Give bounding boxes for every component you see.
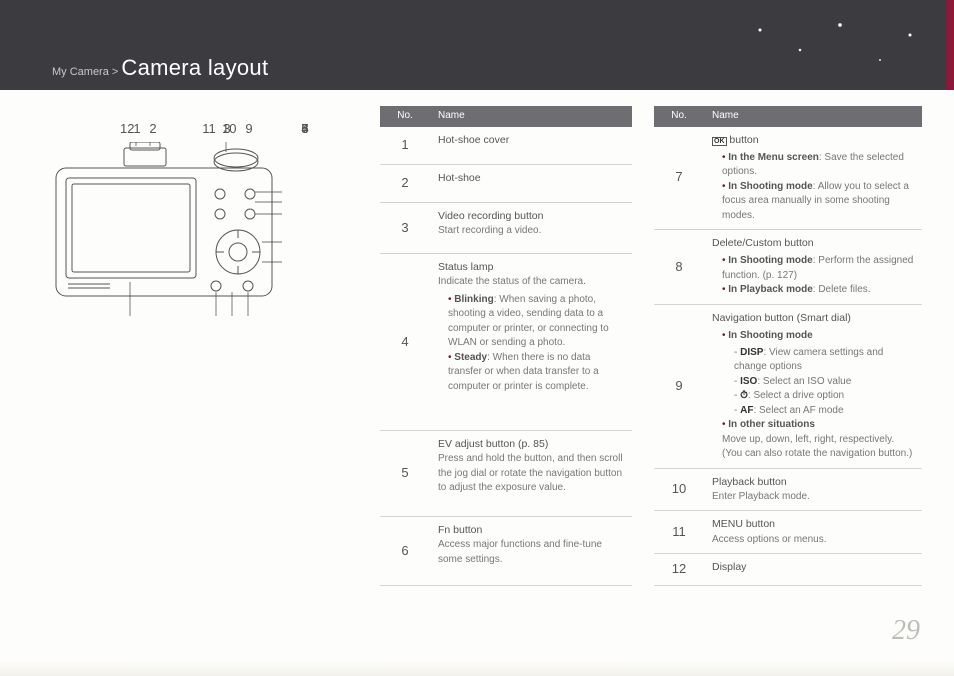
row-no: 6 — [380, 517, 430, 586]
th-no: No. — [654, 106, 704, 127]
table-row: 10Playback buttonEnter Playback mode. — [654, 468, 922, 511]
row-no: 7 — [654, 127, 704, 230]
row-no: 9 — [654, 304, 704, 468]
table-row: 7OK buttonIn the Menu screen: Save the s… — [654, 127, 922, 230]
table-row: 5EV adjust button (p. 85)Press and hold … — [380, 431, 632, 517]
table-row: 3Video recording buttonStart recording a… — [380, 202, 632, 253]
row-name: Hot-shoe — [430, 164, 632, 202]
parts-table-1: No. Name 1Hot-shoe cover2Hot-shoe3Video … — [380, 106, 632, 586]
mode-icon: ⏱ — [740, 390, 748, 401]
table-row: 8Delete/Custom buttonIn Shooting mode: P… — [654, 230, 922, 305]
row-name: OK buttonIn the Menu screen: Save the se… — [704, 127, 922, 230]
mode-icon: AF — [740, 405, 753, 416]
table-row: 4Status lampIndicate the status of the c… — [380, 254, 632, 431]
table-row: 1Hot-shoe cover — [380, 127, 632, 165]
row-no: 10 — [654, 468, 704, 511]
mode-icon: DISP — [740, 347, 763, 358]
row-no: 4 — [380, 254, 430, 431]
row-no: 12 — [654, 554, 704, 586]
callout-11: 11 — [202, 120, 216, 139]
page-number: 29 — [892, 611, 920, 652]
camera-figure: 1 2 3 4 5 6 7 8 9 10 11 12 — [38, 120, 368, 380]
row-no: 3 — [380, 202, 430, 253]
row-name: Fn buttonAccess major functions and fine… — [430, 517, 632, 586]
row-name: Delete/Custom buttonIn Shooting mode: Pe… — [704, 230, 922, 305]
row-no: 11 — [654, 511, 704, 554]
breadcrumb-section: My Camera — [52, 66, 109, 78]
mode-icon: ISO — [740, 376, 757, 387]
row-name: EV adjust button (p. 85)Press and hold t… — [430, 431, 632, 517]
page-title: Camera layout — [121, 55, 268, 80]
callout-12: 12 — [120, 120, 134, 139]
camera-diagram — [50, 142, 282, 316]
table-row: 11MENU buttonAccess options or menus. — [654, 511, 922, 554]
th-name: Name — [430, 106, 632, 127]
row-name: Display — [704, 554, 922, 586]
breadcrumb: My Camera > Camera layout — [52, 52, 268, 84]
row-name: Hot-shoe cover — [430, 127, 632, 165]
table-row: 2Hot-shoe — [380, 164, 632, 202]
table-row: 9Navigation button (Smart dial)In Shooti… — [654, 304, 922, 468]
callout-9: 9 — [242, 120, 256, 139]
row-name: Status lampIndicate the status of the ca… — [430, 254, 632, 431]
header-accent — [946, 0, 954, 90]
row-name: Video recording buttonStart recording a … — [430, 202, 632, 253]
row-no: 2 — [380, 164, 430, 202]
row-no: 8 — [654, 230, 704, 305]
tables-container: No. Name 1Hot-shoe cover2Hot-shoe3Video … — [380, 106, 926, 586]
ok-icon: OK — [712, 137, 727, 146]
row-no: 5 — [380, 431, 430, 517]
th-no: No. — [380, 106, 430, 127]
parts-table-2: No. Name 7OK buttonIn the Menu screen: S… — [654, 106, 922, 586]
breadcrumb-sep: > — [112, 66, 118, 78]
callout-10: 10 — [222, 120, 236, 139]
row-name: Navigation button (Smart dial)In Shootin… — [704, 304, 922, 468]
callout-2: 2 — [146, 120, 160, 139]
th-name: Name — [704, 106, 922, 127]
row-name: Playback buttonEnter Playback mode. — [704, 468, 922, 511]
table-row: 6Fn buttonAccess major functions and fin… — [380, 517, 632, 586]
row-name: MENU buttonAccess options or menus. — [704, 511, 922, 554]
row-no: 1 — [380, 127, 430, 165]
table-row: 12Display — [654, 554, 922, 586]
callout-8: 8 — [298, 120, 312, 139]
